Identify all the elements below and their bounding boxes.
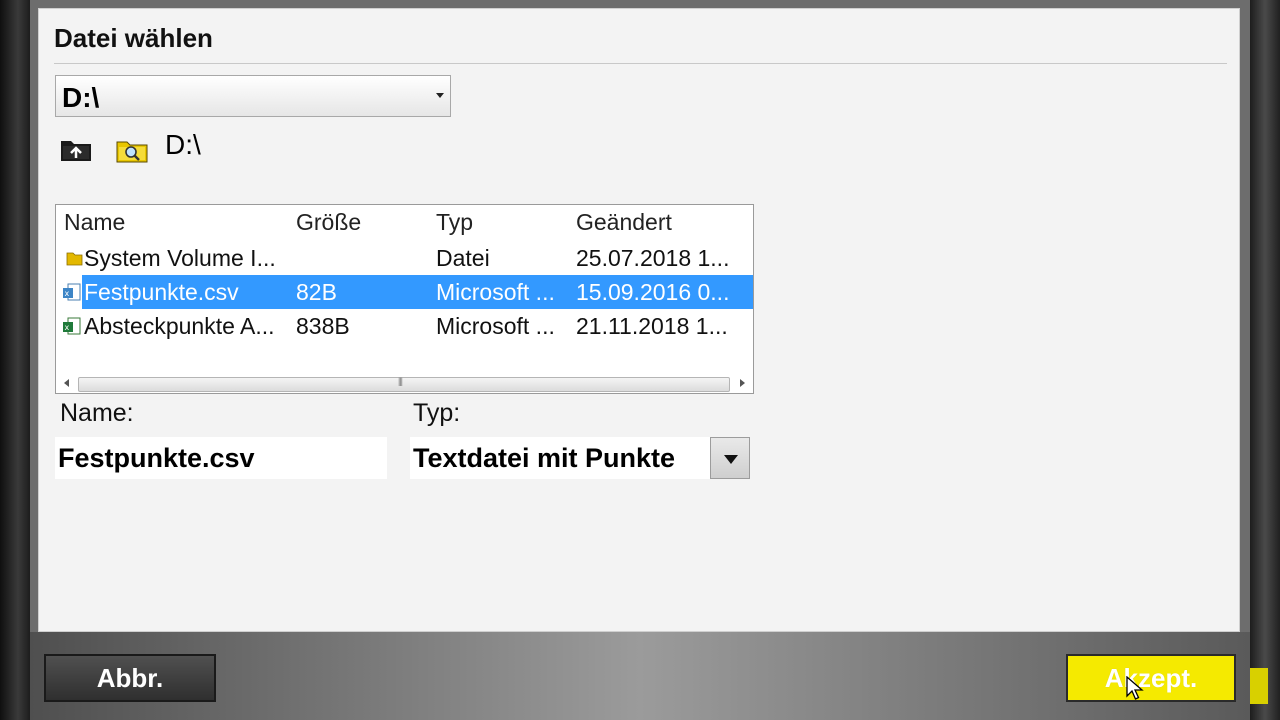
file-modified: 25.07.2018 1... [576,245,730,271]
column-header-modified[interactable]: Geändert [576,209,672,236]
scrollbar-thumb[interactable] [78,377,730,392]
softkey-indicator [1250,668,1268,704]
drive-select[interactable]: D:\ [55,75,451,117]
dialog-title: Datei wählen [54,23,213,53]
folder-search-icon[interactable] [115,133,151,165]
list-item[interactable]: x Absteckpunkte A... 838B Microsoft ... … [60,309,753,343]
svg-text:x: x [65,323,70,332]
list-item-selected[interactable]: x Festpunkte.csv 82B Microsoft ... 15.09… [60,275,753,309]
accept-button[interactable]: Akzept. [1066,654,1236,702]
file-name: Festpunkte.csv [84,279,239,305]
type-label: Typ: [413,399,461,427]
svg-text:x: x [65,289,70,298]
column-header-size[interactable]: Größe [296,209,361,236]
type-dropdown-button[interactable] [710,437,750,479]
file-type: Microsoft ... [436,313,555,339]
file-name-input[interactable]: Festpunkte.csv [55,437,387,479]
file-type: Microsoft ... [436,279,555,305]
file-type-value: Textdatei mit Punkte [413,443,676,473]
file-modified: 15.09.2016 0... [576,279,730,305]
csv-file-icon: x [62,281,82,303]
file-type-select[interactable]: Textdatei mit Punkte [410,437,750,479]
scroll-right-icon[interactable] [740,379,745,387]
scroll-grip-icon: ||| [398,376,403,386]
file-list[interactable]: Name Größe Typ Geändert System Volume I.… [55,204,754,394]
file-name: Absteckpunkte A... [84,313,275,339]
file-size: 82B [296,279,337,305]
cancel-button[interactable]: Abbr. [44,654,216,702]
file-type: Datei [436,245,490,271]
horizontal-scrollbar[interactable]: ||| [58,375,751,392]
chevron-down-icon [724,455,738,464]
bezel-right [1250,0,1280,720]
list-item[interactable]: System Volume I... Datei 25.07.2018 1... [60,241,753,275]
drive-select-value: D:\ [62,82,100,113]
column-header-name[interactable]: Name [64,209,125,236]
file-name-value: Festpunkte.csv [58,443,255,473]
file-size: 838B [296,313,350,339]
excel-file-icon: x [62,315,82,337]
mouse-cursor-icon [1126,675,1144,702]
file-name: System Volume I... [84,245,276,271]
title-divider [54,63,1227,64]
file-chooser-dialog: Datei wählen D:\ D:\ Name Größe Typ Geän… [38,8,1240,632]
chevron-down-icon [436,93,444,98]
folder-up-icon[interactable] [59,133,95,165]
file-modified: 21.11.2018 1... [576,313,728,339]
folder-icon [64,247,84,269]
current-path-label: D:\ [165,129,201,160]
scroll-left-icon[interactable] [64,379,69,387]
column-header-type[interactable]: Typ [436,209,473,236]
name-label: Name: [60,399,134,427]
bezel-left [0,0,30,720]
